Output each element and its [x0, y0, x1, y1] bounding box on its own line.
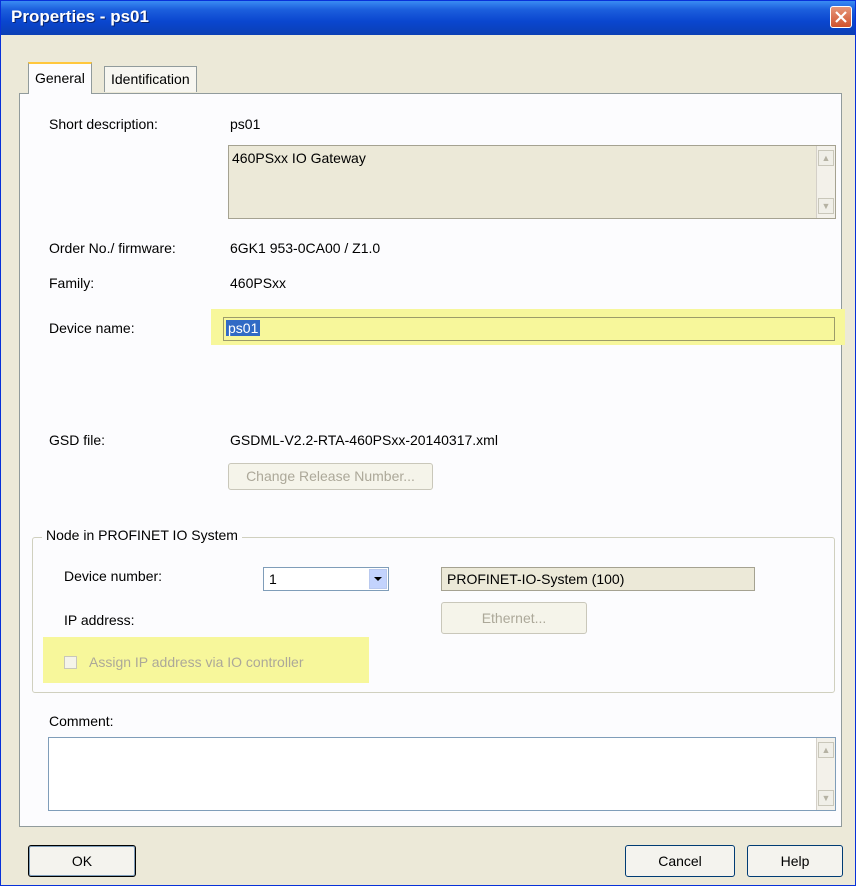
scroll-down-icon[interactable]: ▼	[818, 198, 834, 214]
order-firmware-value: 6GK1 953-0CA00 / Z1.0	[230, 240, 381, 256]
io-system-field: PROFINET-IO-System (100)	[441, 567, 755, 591]
device-name-label: Device name:	[49, 320, 135, 336]
description-text: 460PSxx IO Gateway	[232, 150, 366, 166]
assign-ip-label: Assign IP address via IO controller	[89, 654, 304, 670]
title-bar[interactable]: Properties - ps01	[1, 1, 855, 35]
assign-ip-checkbox[interactable]	[64, 656, 77, 669]
ok-button[interactable]: OK	[28, 845, 136, 877]
close-icon	[835, 11, 847, 23]
tab-identification[interactable]: Identification	[104, 66, 197, 92]
family-value: 460PSxx	[230, 275, 287, 291]
ethernet-button[interactable]: Ethernet...	[441, 602, 587, 634]
change-release-number-button[interactable]: Change Release Number...	[228, 463, 433, 490]
comment-label: Comment:	[49, 713, 114, 729]
scroll-up-icon[interactable]: ▲	[818, 150, 834, 166]
scroll-up-icon[interactable]: ▲	[818, 742, 834, 758]
profinet-node-group-title: Node in PROFINET IO System	[42, 527, 242, 543]
device-name-value: ps01	[226, 320, 261, 336]
order-firmware-label: Order No./ firmware:	[49, 240, 176, 256]
close-button[interactable]	[830, 6, 852, 28]
properties-dialog: Properties - ps01 General Identification…	[0, 0, 856, 886]
device-number-value: 1	[269, 571, 277, 587]
comment-textarea[interactable]: ▲ ▼	[48, 737, 836, 811]
device-number-select[interactable]: 1	[263, 567, 389, 591]
io-system-value: PROFINET-IO-System (100)	[447, 571, 625, 587]
short-description-value: ps01	[230, 116, 261, 132]
short-description-label: Short description:	[49, 116, 158, 132]
tab-general[interactable]: General	[28, 62, 92, 94]
description-textarea[interactable]: 460PSxx IO Gateway ▲ ▼	[228, 145, 836, 219]
window-title: Properties - ps01	[11, 7, 149, 26]
description-scrollbar[interactable]: ▲ ▼	[816, 146, 835, 218]
device-name-input[interactable]: ps01	[223, 317, 835, 341]
chevron-down-icon[interactable]	[369, 569, 387, 589]
ip-address-label: IP address:	[64, 612, 135, 628]
gsd-file-value: GSDML-V2.2-RTA-460PSxx-20140317.xml	[230, 432, 498, 448]
family-label: Family:	[49, 275, 95, 291]
help-button[interactable]: Help	[747, 845, 843, 877]
gsd-file-label: GSD file:	[49, 432, 106, 448]
comment-scrollbar[interactable]: ▲ ▼	[816, 738, 835, 810]
cancel-button[interactable]: Cancel	[625, 845, 735, 877]
device-number-label: Device number:	[64, 568, 163, 584]
scroll-down-icon[interactable]: ▼	[818, 790, 834, 806]
